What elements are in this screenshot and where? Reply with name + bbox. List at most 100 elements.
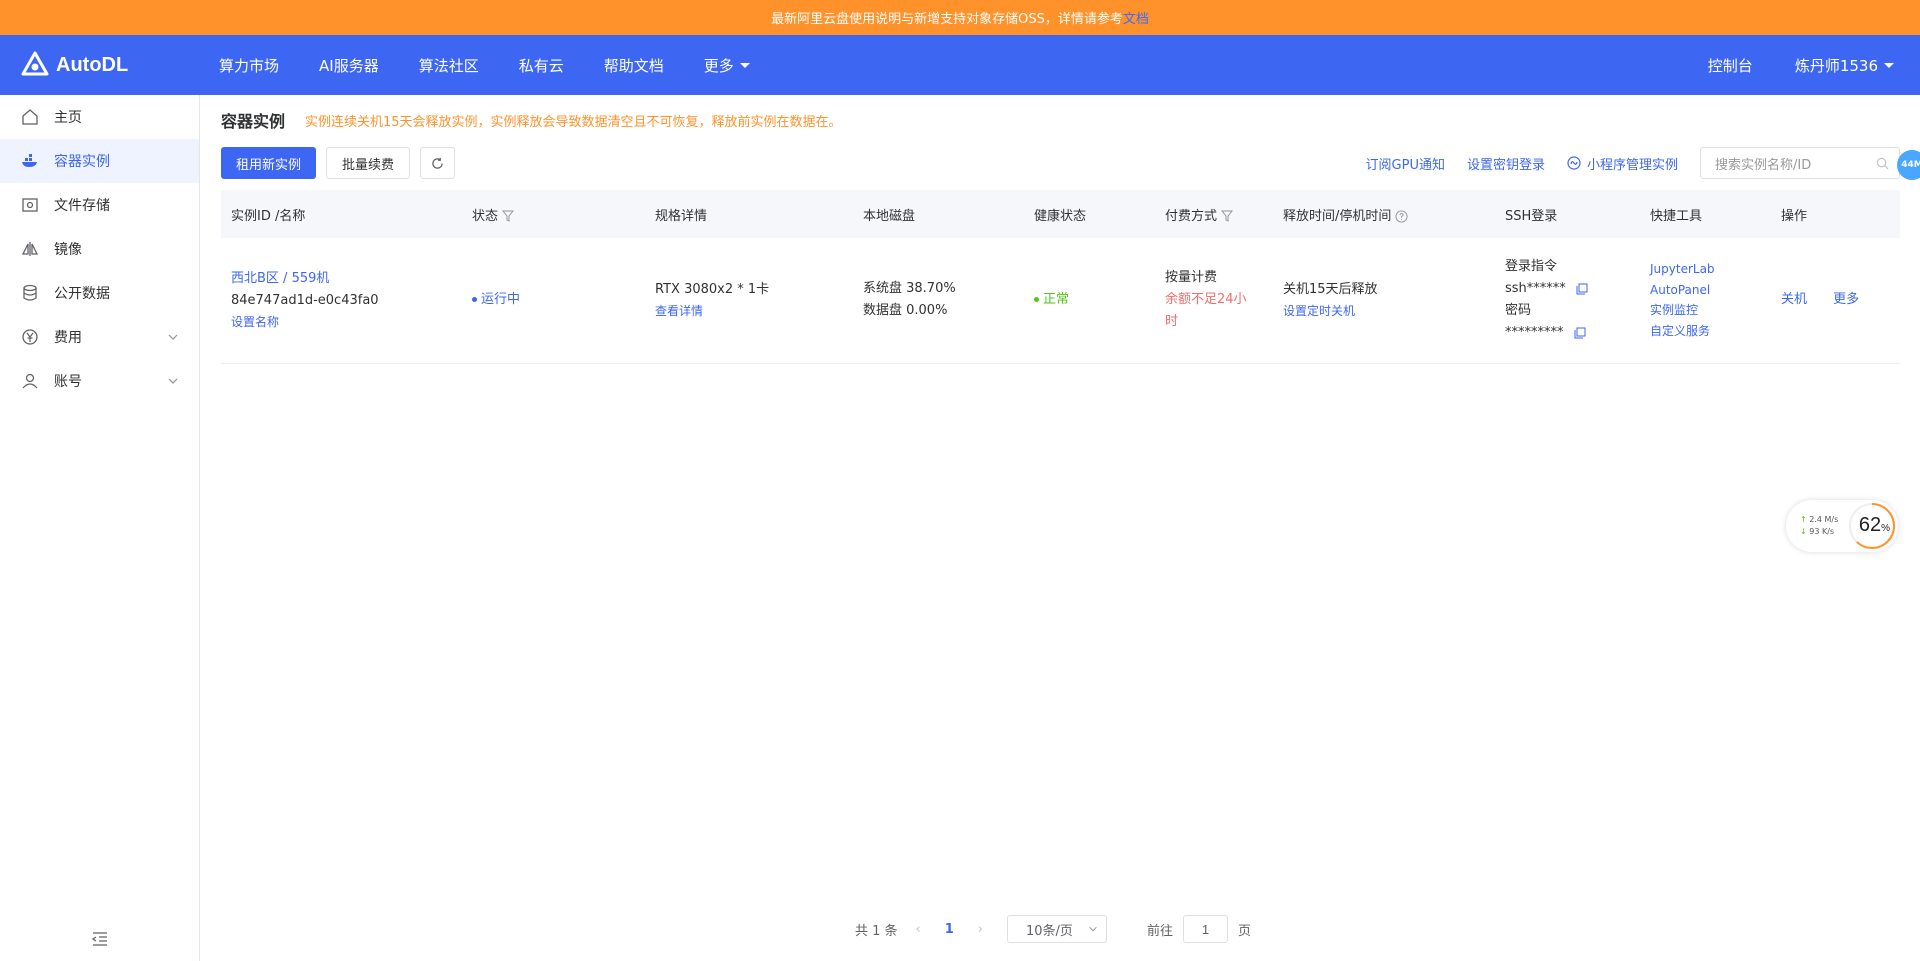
page-size-value: 10条/页 — [1026, 923, 1073, 939]
tool-monitor-link[interactable]: 实例监控 — [1650, 300, 1771, 320]
sidebar-item-label: 账号 — [54, 374, 82, 390]
page-title: 容器实例 — [221, 112, 286, 131]
col-header-actions: 操作 — [1781, 208, 1808, 224]
upload-arrow-icon: ↑ — [1800, 515, 1807, 524]
miniprogram-link[interactable]: 小程序管理实例 — [1567, 154, 1678, 173]
memory-badge[interactable]: 44M — [1897, 150, 1920, 180]
nav-right: 控制台 炼丹师1536 — [1666, 55, 1894, 76]
database-icon — [20, 283, 40, 303]
cell-release: 关机15天后释放 设置定时关机 — [1273, 238, 1495, 363]
sidebar-item-containers[interactable]: 容器实例 — [0, 139, 199, 183]
refresh-icon — [432, 157, 443, 169]
col-header-id: 实例ID /名称 — [231, 208, 306, 224]
nav-more-label: 更多 — [703, 56, 734, 75]
release-warning: 实例连续关机15天会释放实例，实例释放会导致数据清空且不可恢复，释放前实例在数据… — [305, 114, 842, 130]
storage-icon — [20, 195, 40, 215]
goto-page-input[interactable] — [1183, 915, 1229, 943]
caret-down-icon — [1884, 62, 1894, 68]
miniprogram-label: 小程序管理实例 — [1586, 157, 1678, 173]
memory-usage-percent: 62% — [1859, 514, 1890, 537]
refresh-button[interactable] — [420, 147, 456, 179]
container-icon — [20, 151, 40, 171]
goto-label: 前往 — [1147, 923, 1174, 939]
rent-new-instance-button[interactable]: 租用新实例 — [221, 147, 317, 179]
page-size-select[interactable]: 10条/页 — [1007, 915, 1107, 943]
health-dot-icon — [1034, 297, 1039, 303]
page-number-current[interactable]: 1 — [945, 922, 954, 937]
chevron-down-icon — [168, 378, 178, 384]
tool-autopanel-link[interactable]: AutoPanel — [1650, 280, 1771, 300]
upload-unit: M/s — [1824, 515, 1839, 524]
status-dot-icon — [472, 297, 477, 303]
set-timer-shutdown-link[interactable]: 设置定时关机 — [1283, 301, 1495, 321]
search-input[interactable]: 搜索实例名称/ID 44M — [1700, 147, 1920, 180]
sidebar-item-billing[interactable]: 费用 — [0, 315, 199, 359]
yen-icon — [20, 327, 40, 347]
set-key-login-link[interactable]: 设置密钥登录 — [1467, 154, 1545, 173]
table-row: 西北B区 / 559机 84e747ad1d-e0c43fa0 设置名称 运行中… — [221, 238, 1900, 363]
tool-custom-service-link[interactable]: 自定义服务 — [1650, 321, 1771, 341]
logo[interactable]: AutoDL — [0, 50, 200, 80]
col-header-status-label: 状态 — [472, 208, 499, 224]
filter-icon[interactable] — [502, 210, 515, 222]
set-name-link[interactable]: 设置名称 — [231, 312, 462, 332]
nav-private-cloud[interactable]: 私有云 — [519, 55, 564, 76]
help-icon[interactable] — [1395, 209, 1408, 223]
toolbar-right: 订阅GPU通知 设置密钥登录 小程序管理实例 搜索实例名称/ID 44M — [1366, 147, 1920, 180]
nav-help-docs[interactable]: 帮助文档 — [604, 55, 664, 76]
nav-algorithm-community[interactable]: 算法社区 — [419, 55, 479, 76]
toolbar: 租用新实例 批量续费 订阅GPU通知 设置密钥登录 小程序管理实例 搜索实例名称… — [221, 145, 1920, 181]
miniprogram-icon — [1567, 156, 1581, 170]
pwd-row: ********* — [1505, 322, 1640, 344]
caret-down-icon — [739, 62, 750, 68]
sidebar-item-account[interactable]: 账号 — [0, 359, 199, 403]
page-unit-label: 页 — [1238, 923, 1252, 939]
balance-warning: 余额不足24小时 — [1165, 292, 1247, 330]
sidebar-item-file-storage[interactable]: 文件存储 — [0, 183, 199, 227]
tool-jupyterlab-link[interactable]: JupyterLab — [1650, 259, 1771, 279]
banner-doc-link[interactable]: 文档 — [1123, 8, 1149, 27]
filter-icon[interactable] — [1221, 210, 1234, 222]
download-rate: ↓ 93 K/s — [1800, 526, 1838, 538]
pagination: 共 1 条 ‹ 1 › 10条/页 前往 页 — [855, 915, 1251, 943]
user-menu[interactable]: 炼丹师1536 — [1795, 55, 1894, 76]
view-detail-link[interactable]: 查看详情 — [655, 301, 853, 321]
cell-health: 正常 — [1024, 238, 1155, 363]
collapse-sidebar-icon[interactable] — [90, 929, 110, 949]
sidebar-item-label: 公开数据 — [54, 286, 110, 302]
nav-compute-market[interactable]: 算力市场 — [219, 55, 279, 76]
nav-ai-servers[interactable]: AI服务器 — [319, 55, 379, 76]
logo-text: AutoDL — [56, 53, 129, 76]
instance-region-link[interactable]: 西北B区 / 559机 — [231, 268, 462, 290]
speed-rates: ↑ 2.4 M/s ↓ 93 K/s — [1786, 514, 1838, 538]
sidebar-item-label: 镜像 — [54, 242, 82, 258]
network-speed-widget[interactable]: ↑ 2.4 M/s ↓ 93 K/s 62% — [1786, 500, 1898, 552]
col-header-health: 健康状态 — [1034, 208, 1087, 224]
pagination-total: 共 1 条 — [855, 923, 898, 939]
more-button[interactable]: 更多 — [1833, 292, 1859, 307]
copy-icon[interactable] — [1576, 283, 1588, 295]
memory-percent-sign: % — [1881, 523, 1890, 534]
batch-renew-button[interactable]: 批量续费 — [326, 147, 411, 179]
title-bar: 容器实例 实例连续关机15天会释放实例，实例释放会导致数据清空且不可恢复，释放前… — [221, 95, 1900, 145]
nav-more[interactable]: 更多 — [704, 55, 750, 76]
spec-text: RTX 3080x2 * 1卡 — [655, 282, 770, 297]
cell-billing: 按量计费 余额不足24小时 — [1155, 238, 1273, 363]
search-placeholder: 搜索实例名称/ID — [1715, 157, 1812, 173]
status-text: 运行中 — [481, 292, 521, 308]
subscribe-gpu-link[interactable]: 订阅GPU通知 — [1366, 154, 1445, 173]
col-header-ssh: SSH登录 — [1505, 208, 1558, 224]
prev-page-icon[interactable]: ‹ — [916, 922, 921, 937]
col-header-billing[interactable]: 付费方式 — [1155, 190, 1273, 238]
shutdown-button[interactable]: 关机 — [1781, 292, 1807, 307]
autodl-logo-icon — [21, 51, 49, 76]
next-page-icon[interactable]: › — [978, 922, 983, 937]
chevron-down-icon — [168, 334, 178, 340]
cell-actions: 关机 更多 — [1771, 238, 1900, 363]
sidebar-item-home[interactable]: 主页 — [0, 95, 199, 139]
col-header-status[interactable]: 状态 — [462, 190, 645, 238]
copy-icon[interactable] — [1574, 327, 1586, 339]
sidebar-item-images[interactable]: 镜像 — [0, 227, 199, 271]
sidebar-item-public-data[interactable]: 公开数据 — [0, 271, 199, 315]
nav-console[interactable]: 控制台 — [1708, 55, 1753, 76]
